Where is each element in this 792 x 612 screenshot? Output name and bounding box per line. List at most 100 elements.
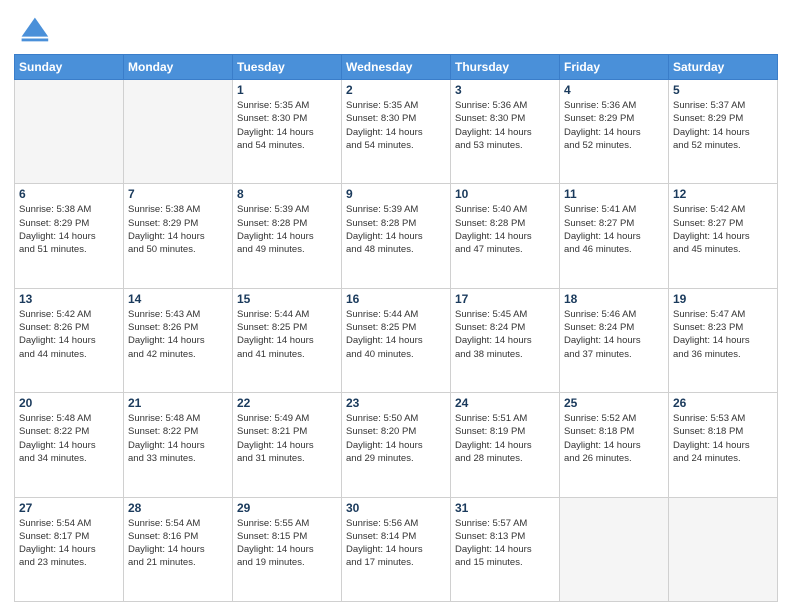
calendar-cell: 28Sunrise: 5:54 AM Sunset: 8:16 PM Dayli… xyxy=(124,497,233,601)
calendar-week-row: 20 Sunrise: 5:48 AM Sunset: 8:22 PM Dayli… xyxy=(15,393,778,497)
calendar-cell: 5 Sunrise: 5:37 AM Sunset: 8:29 PM Daylig… xyxy=(669,80,778,184)
day-number: 21 xyxy=(128,396,228,410)
calendar-cell: 1 Sunrise: 5:35 AM Sunset: 8:30 PM Daylig… xyxy=(233,80,342,184)
day-info: Sunrise: 5:57 AM Sunset: 8:13 PM Dayligh… xyxy=(455,517,555,570)
day-info: Sunrise: 5:56 AM Sunset: 8:14 PM Dayligh… xyxy=(346,517,446,570)
day-info: Sunrise: 5:54 AM Sunset: 8:16 PM Dayligh… xyxy=(128,517,228,570)
day-info: Sunrise: 5:44 AM Sunset: 8:25 PM Dayligh… xyxy=(237,308,337,361)
day-info: Sunrise: 5:40 AM Sunset: 8:28 PM Dayligh… xyxy=(455,203,555,256)
calendar-header-monday: Monday xyxy=(124,55,233,80)
day-number: 30 xyxy=(346,501,446,515)
day-number: 16 xyxy=(346,292,446,306)
calendar-cell xyxy=(669,497,778,601)
calendar-cell: 22 Sunrise: 5:49 AM Sunset: 8:21 PM Dayli… xyxy=(233,393,342,497)
day-number: 31 xyxy=(455,501,555,515)
day-number: 18 xyxy=(564,292,664,306)
calendar-cell: 26 Sunrise: 5:53 AM Sunset: 8:18 PM Dayli… xyxy=(669,393,778,497)
calendar-cell: 31 Sunrise: 5:57 AM Sunset: 8:13 PM Dayli… xyxy=(451,497,560,601)
calendar-cell: 4Sunrise: 5:36 AM Sunset: 8:29 PM Daylig… xyxy=(560,80,669,184)
day-info: Sunrise: 5:42 AM Sunset: 8:27 PM Dayligh… xyxy=(673,203,773,256)
calendar-header-row: SundayMondayTuesdayWednesdayThursdayFrid… xyxy=(15,55,778,80)
day-info: Sunrise: 5:48 AM Sunset: 8:22 PM Dayligh… xyxy=(19,412,119,465)
calendar-cell: 11Sunrise: 5:41 AM Sunset: 8:27 PM Dayli… xyxy=(560,184,669,288)
calendar-cell: 8Sunrise: 5:39 AM Sunset: 8:28 PM Daylig… xyxy=(233,184,342,288)
calendar-week-row: 27Sunrise: 5:54 AM Sunset: 8:17 PM Dayli… xyxy=(15,497,778,601)
day-number: 24 xyxy=(455,396,555,410)
day-number: 4 xyxy=(564,83,664,97)
calendar-header-friday: Friday xyxy=(560,55,669,80)
day-info: Sunrise: 5:53 AM Sunset: 8:18 PM Dayligh… xyxy=(673,412,773,465)
day-number: 14 xyxy=(128,292,228,306)
day-number: 23 xyxy=(346,396,446,410)
calendar-cell: 27Sunrise: 5:54 AM Sunset: 8:17 PM Dayli… xyxy=(15,497,124,601)
calendar-cell xyxy=(560,497,669,601)
calendar-cell: 9 Sunrise: 5:39 AM Sunset: 8:28 PM Daylig… xyxy=(342,184,451,288)
calendar-table: SundayMondayTuesdayWednesdayThursdayFrid… xyxy=(14,54,778,602)
day-info: Sunrise: 5:46 AM Sunset: 8:24 PM Dayligh… xyxy=(564,308,664,361)
day-info: Sunrise: 5:48 AM Sunset: 8:22 PM Dayligh… xyxy=(128,412,228,465)
calendar-week-row: 1 Sunrise: 5:35 AM Sunset: 8:30 PM Daylig… xyxy=(15,80,778,184)
day-info: Sunrise: 5:52 AM Sunset: 8:18 PM Dayligh… xyxy=(564,412,664,465)
calendar-cell xyxy=(124,80,233,184)
day-info: Sunrise: 5:36 AM Sunset: 8:30 PM Dayligh… xyxy=(455,99,555,152)
header xyxy=(14,10,778,48)
calendar-cell: 25 Sunrise: 5:52 AM Sunset: 8:18 PM Dayli… xyxy=(560,393,669,497)
day-info: Sunrise: 5:35 AM Sunset: 8:30 PM Dayligh… xyxy=(237,99,337,152)
day-info: Sunrise: 5:49 AM Sunset: 8:21 PM Dayligh… xyxy=(237,412,337,465)
day-number: 22 xyxy=(237,396,337,410)
calendar-cell: 6 Sunrise: 5:38 AM Sunset: 8:29 PM Daylig… xyxy=(15,184,124,288)
day-number: 13 xyxy=(19,292,119,306)
calendar-cell: 29Sunrise: 5:55 AM Sunset: 8:15 PM Dayli… xyxy=(233,497,342,601)
day-info: Sunrise: 5:44 AM Sunset: 8:25 PM Dayligh… xyxy=(346,308,446,361)
calendar-cell xyxy=(15,80,124,184)
calendar-cell: 24 Sunrise: 5:51 AM Sunset: 8:19 PM Dayli… xyxy=(451,393,560,497)
calendar-cell: 14 Sunrise: 5:43 AM Sunset: 8:26 PM Dayli… xyxy=(124,288,233,392)
calendar-week-row: 6 Sunrise: 5:38 AM Sunset: 8:29 PM Daylig… xyxy=(15,184,778,288)
calendar-cell: 13 Sunrise: 5:42 AM Sunset: 8:26 PM Dayli… xyxy=(15,288,124,392)
day-info: Sunrise: 5:55 AM Sunset: 8:15 PM Dayligh… xyxy=(237,517,337,570)
calendar-header-saturday: Saturday xyxy=(669,55,778,80)
calendar-cell: 12 Sunrise: 5:42 AM Sunset: 8:27 PM Dayli… xyxy=(669,184,778,288)
day-number: 26 xyxy=(673,396,773,410)
calendar-cell: 19 Sunrise: 5:47 AM Sunset: 8:23 PM Dayli… xyxy=(669,288,778,392)
calendar-header-thursday: Thursday xyxy=(451,55,560,80)
calendar-week-row: 13 Sunrise: 5:42 AM Sunset: 8:26 PM Dayli… xyxy=(15,288,778,392)
day-number: 10 xyxy=(455,187,555,201)
day-info: Sunrise: 5:42 AM Sunset: 8:26 PM Dayligh… xyxy=(19,308,119,361)
day-number: 2 xyxy=(346,83,446,97)
day-info: Sunrise: 5:39 AM Sunset: 8:28 PM Dayligh… xyxy=(346,203,446,256)
calendar-cell: 7Sunrise: 5:38 AM Sunset: 8:29 PM Daylig… xyxy=(124,184,233,288)
day-number: 12 xyxy=(673,187,773,201)
calendar-cell: 10 Sunrise: 5:40 AM Sunset: 8:28 PM Dayli… xyxy=(451,184,560,288)
logo-icon xyxy=(14,10,52,48)
day-number: 17 xyxy=(455,292,555,306)
day-number: 5 xyxy=(673,83,773,97)
day-number: 7 xyxy=(128,187,228,201)
page: SundayMondayTuesdayWednesdayThursdayFrid… xyxy=(0,0,792,612)
day-number: 25 xyxy=(564,396,664,410)
day-number: 6 xyxy=(19,187,119,201)
day-info: Sunrise: 5:37 AM Sunset: 8:29 PM Dayligh… xyxy=(673,99,773,152)
day-info: Sunrise: 5:51 AM Sunset: 8:19 PM Dayligh… xyxy=(455,412,555,465)
calendar-cell: 3Sunrise: 5:36 AM Sunset: 8:30 PM Daylig… xyxy=(451,80,560,184)
calendar-cell: 15 Sunrise: 5:44 AM Sunset: 8:25 PM Dayli… xyxy=(233,288,342,392)
day-number: 19 xyxy=(673,292,773,306)
day-number: 11 xyxy=(564,187,664,201)
day-number: 20 xyxy=(19,396,119,410)
day-number: 15 xyxy=(237,292,337,306)
calendar-cell: 23Sunrise: 5:50 AM Sunset: 8:20 PM Dayli… xyxy=(342,393,451,497)
calendar-cell: 30 Sunrise: 5:56 AM Sunset: 8:14 PM Dayli… xyxy=(342,497,451,601)
day-number: 9 xyxy=(346,187,446,201)
day-info: Sunrise: 5:35 AM Sunset: 8:30 PM Dayligh… xyxy=(346,99,446,152)
day-info: Sunrise: 5:43 AM Sunset: 8:26 PM Dayligh… xyxy=(128,308,228,361)
calendar-header-sunday: Sunday xyxy=(15,55,124,80)
calendar-header-tuesday: Tuesday xyxy=(233,55,342,80)
day-info: Sunrise: 5:47 AM Sunset: 8:23 PM Dayligh… xyxy=(673,308,773,361)
calendar-cell: 17Sunrise: 5:45 AM Sunset: 8:24 PM Dayli… xyxy=(451,288,560,392)
day-info: Sunrise: 5:38 AM Sunset: 8:29 PM Dayligh… xyxy=(19,203,119,256)
day-info: Sunrise: 5:39 AM Sunset: 8:28 PM Dayligh… xyxy=(237,203,337,256)
calendar-cell: 21 Sunrise: 5:48 AM Sunset: 8:22 PM Dayli… xyxy=(124,393,233,497)
calendar-header-wednesday: Wednesday xyxy=(342,55,451,80)
calendar-cell: 18 Sunrise: 5:46 AM Sunset: 8:24 PM Dayli… xyxy=(560,288,669,392)
day-number: 1 xyxy=(237,83,337,97)
